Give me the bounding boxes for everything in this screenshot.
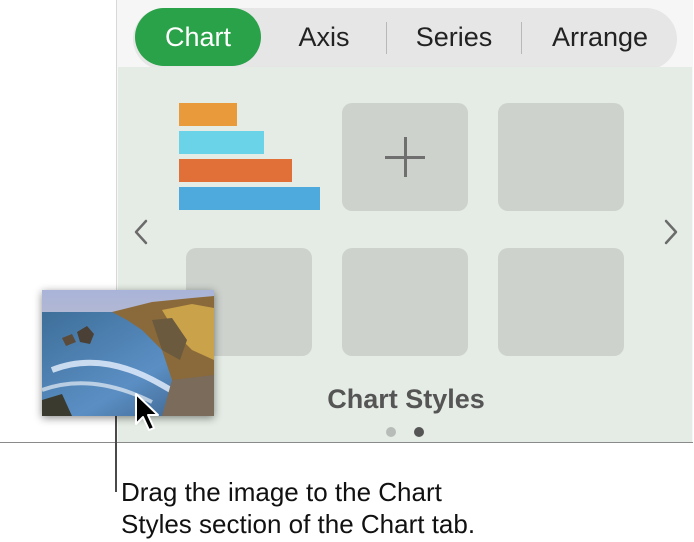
preview-bar	[179, 131, 264, 154]
chevron-left-icon[interactable]	[130, 217, 152, 247]
preview-bar	[179, 159, 292, 182]
dragged-landscape-image[interactable]	[42, 290, 214, 416]
tab-arrange[interactable]: Arrange	[532, 8, 668, 66]
chart-style-slot[interactable]	[498, 248, 624, 356]
page-dot[interactable]	[386, 427, 396, 437]
chart-style-slot[interactable]	[342, 248, 468, 356]
tab-axis[interactable]: Axis	[272, 8, 376, 66]
tab-separator	[521, 22, 522, 54]
page-dot-active[interactable]	[414, 427, 424, 437]
preview-bar	[179, 103, 237, 126]
chevron-right-icon[interactable]	[660, 217, 682, 247]
chart-styles-label: Chart Styles	[327, 384, 485, 414]
caption-line: Drag the image to the Chart	[121, 477, 442, 507]
chart-style-slot[interactable]	[498, 103, 624, 211]
instruction-caption: Drag the image to the Chart Styles secti…	[121, 476, 541, 540]
preview-bar	[179, 187, 320, 210]
caption-line: Styles section of the Chart tab.	[121, 509, 476, 539]
tab-series[interactable]: Series	[397, 8, 511, 66]
tab-separator	[386, 22, 387, 54]
arrow-cursor-icon	[135, 393, 159, 431]
callout-line	[115, 416, 117, 492]
add-chart-style-button[interactable]	[342, 103, 468, 211]
tab-chart[interactable]: Chart	[135, 8, 261, 66]
